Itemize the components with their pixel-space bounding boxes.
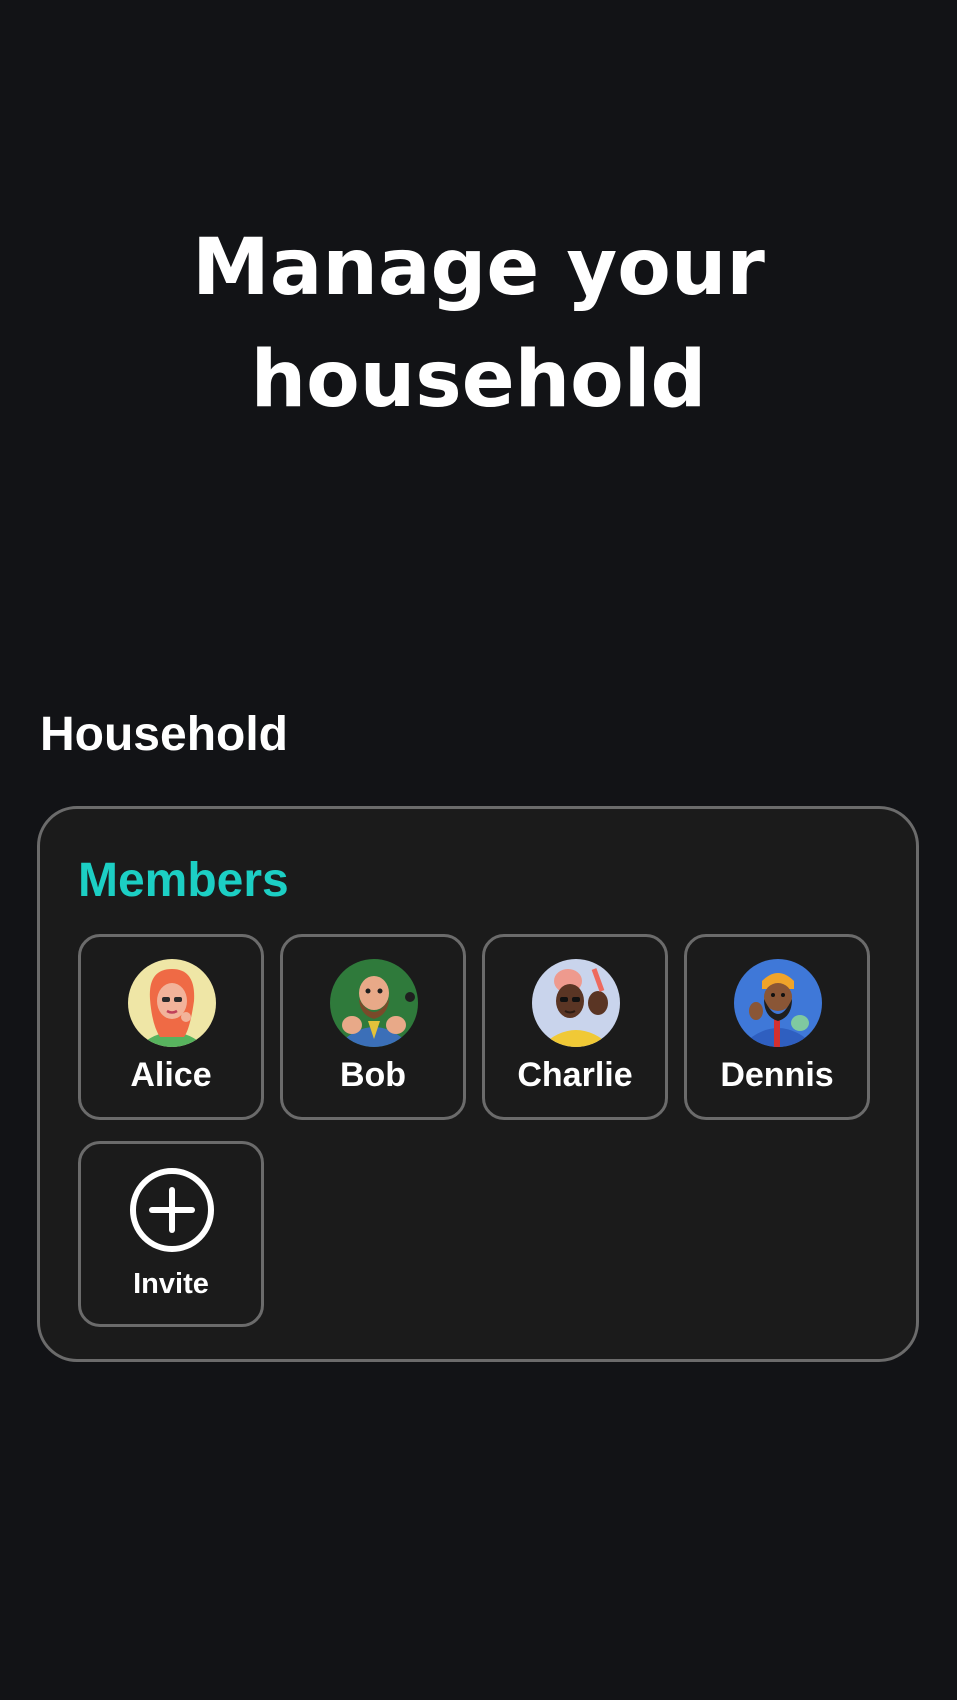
plus-circle-icon: [130, 1168, 214, 1252]
members-card-title: Members: [78, 854, 289, 907]
member-tile-bob[interactable]: Bob: [280, 934, 466, 1120]
page-title-line-1: Manage your: [192, 223, 765, 313]
dennis-avatar-icon: [734, 959, 822, 1047]
page-title: Manage your household: [0, 212, 957, 436]
bob-avatar-icon: [330, 959, 418, 1047]
member-name: Alice: [130, 1056, 212, 1094]
charlie-avatar-icon: [532, 959, 620, 1047]
member-name: Charlie: [517, 1056, 633, 1094]
page-title-line-2: household: [250, 335, 707, 425]
members-card: Members Alice Bob Charlie Dennis Invite: [37, 806, 919, 1362]
alice-avatar-icon: [128, 959, 216, 1047]
invite-button[interactable]: Invite: [78, 1141, 264, 1327]
member-tile-dennis[interactable]: Dennis: [684, 934, 870, 1120]
member-tile-alice[interactable]: Alice: [78, 934, 264, 1120]
invite-label: Invite: [133, 1268, 209, 1300]
member-name: Dennis: [720, 1056, 834, 1094]
member-name: Bob: [339, 1056, 407, 1094]
member-tile-charlie[interactable]: Charlie: [482, 934, 668, 1120]
section-heading-household: Household: [40, 708, 288, 761]
